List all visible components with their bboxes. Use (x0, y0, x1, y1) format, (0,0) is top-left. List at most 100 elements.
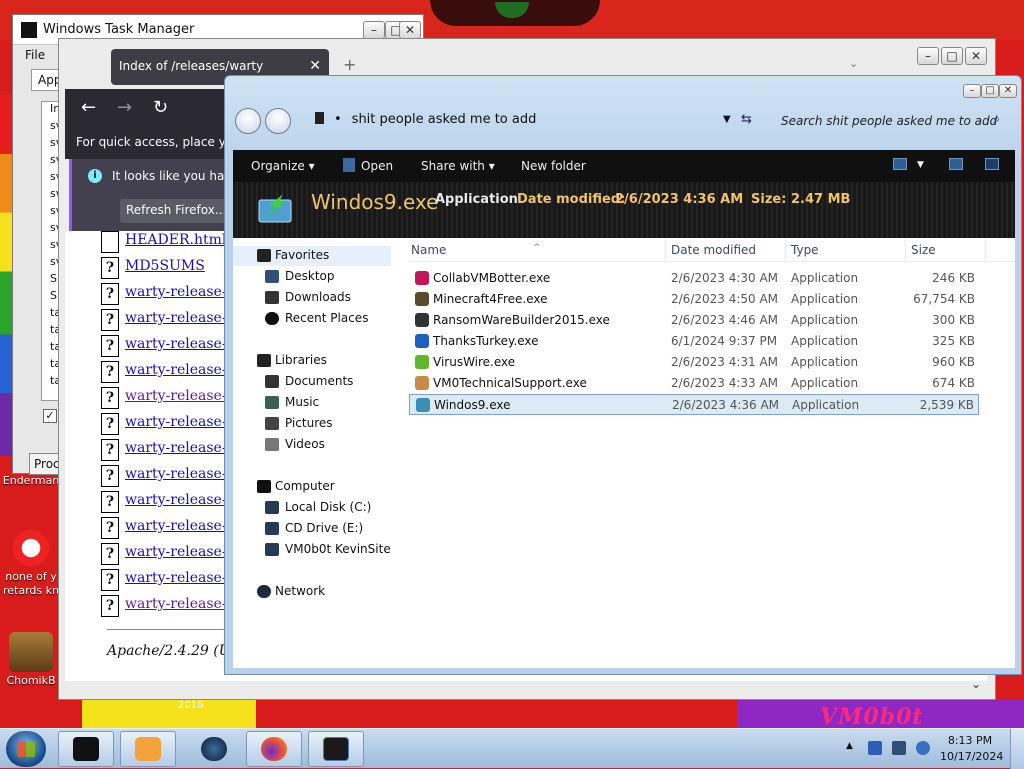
file-link[interactable]: warty-release-in (125, 440, 240, 456)
file-link[interactable]: warty-release-in (125, 362, 240, 378)
file-link[interactable]: warty-release-in (125, 570, 240, 586)
column-divider[interactable] (665, 240, 666, 260)
explorer-window: – □ ✕ • shit people asked me to add ▼ ⇆ S… (224, 75, 1022, 675)
scroll-down-icon[interactable]: ⌄ (967, 677, 985, 695)
refresh-firefox-button[interactable]: Refresh Firefox... (120, 199, 232, 223)
hamster-icon (9, 632, 53, 672)
application-icon (415, 292, 429, 306)
column-name[interactable]: Name (411, 243, 446, 257)
bluetooth-icon[interactable] (868, 741, 882, 755)
file-link[interactable]: warty-release-in (125, 284, 240, 300)
file-link[interactable]: warty-release-li (125, 596, 236, 612)
minimize-button[interactable]: – (917, 47, 939, 65)
file-row[interactable]: RansomWareBuilder2015.exe 2/6/2023 4:46 A… (409, 310, 979, 331)
file-link[interactable]: HEADER.html (125, 232, 226, 248)
desktop-icon-enderman[interactable]: Enderman (2, 474, 60, 488)
new-folder-button[interactable]: New folder (521, 159, 586, 173)
view-icon[interactable] (893, 158, 907, 170)
file-link[interactable]: warty-release-in (125, 414, 240, 430)
chevron-down-icon[interactable]: ⌄ (849, 57, 858, 70)
command-bar: Organize ▾ Open Share with ▾ New folder … (233, 150, 1015, 182)
open-button[interactable]: Open (361, 159, 393, 173)
task-manager-icon (323, 737, 349, 761)
network-drive-icon (265, 543, 279, 556)
unknown-file-icon: ? (101, 465, 119, 487)
taskbar-app-taskmgr[interactable] (308, 731, 364, 767)
clock[interactable]: 8:13 PM 10/17/2024 (940, 733, 1003, 765)
column-date[interactable]: Date modified (671, 243, 756, 257)
forward-button[interactable] (265, 108, 291, 134)
media-player-icon (135, 737, 161, 761)
taskbar-app-steam[interactable] (186, 731, 242, 767)
file-row[interactable]: Minecraft4Free.exe 2/6/2023 4:50 AM Applic… (409, 289, 979, 310)
file-link[interactable]: warty-release-in (125, 336, 240, 352)
file-row[interactable]: Windos9.exe 2/6/2023 4:36 AM Application 2,… (409, 394, 979, 415)
maximize-button[interactable]: □ (941, 47, 963, 65)
maximize-button[interactable]: □ (981, 84, 999, 98)
show-hidden-icons-icon[interactable]: ▲ (846, 741, 860, 755)
unknown-file-icon: ? (101, 309, 119, 331)
minimize-button[interactable]: – (363, 21, 385, 39)
checkbox[interactable]: ✓ (43, 409, 57, 423)
nav-label: Computer (275, 479, 335, 493)
nav-label: Libraries (275, 353, 327, 367)
address-bar[interactable]: • shit people asked me to add (315, 112, 536, 127)
search-icon[interactable]: ⌕ (993, 112, 1000, 127)
desktop-icon-shortcut[interactable]: none of y retards kn (2, 528, 60, 598)
close-tab-icon[interactable]: ✕ (309, 58, 321, 74)
close-button[interactable]: ✕ (399, 21, 421, 39)
search-input[interactable]: Search shit people asked me to add (781, 114, 997, 128)
show-desktop-button[interactable] (1010, 729, 1024, 769)
back-arrow-icon[interactable]: ← (81, 97, 96, 118)
file-link[interactable]: warty-release-in (125, 544, 240, 560)
view-dropdown-icon[interactable]: ▼ (917, 160, 924, 170)
file-row[interactable]: VM0TechnicalSupport.exe 2/6/2023 4:33 AM A… (409, 373, 979, 394)
file-link[interactable]: warty-release-in (125, 492, 240, 508)
minimize-button[interactable]: – (963, 84, 981, 98)
taskbar-app-firefox[interactable] (246, 731, 302, 767)
recent-places-icon (265, 312, 279, 325)
address-dropdown-icon[interactable]: ▼ (723, 114, 731, 125)
address-path: shit people asked me to add (351, 112, 537, 127)
taskbar-app-explorer[interactable] (58, 731, 114, 767)
column-divider[interactable] (785, 240, 786, 260)
help-icon[interactable] (985, 158, 999, 170)
file-link[interactable]: warty-release-in (125, 518, 240, 534)
file-link[interactable]: MD5SUMS (125, 258, 205, 274)
file-link[interactable]: warty-release-in (125, 388, 240, 404)
close-button[interactable]: ✕ (999, 84, 1017, 98)
menu-file[interactable]: File (25, 48, 45, 62)
nav-label: Music (285, 395, 320, 409)
documents-icon (265, 375, 279, 388)
file-link[interactable]: warty-release-in (125, 466, 240, 482)
close-button[interactable]: ✕ (965, 47, 987, 65)
share-with-button[interactable]: Share with ▾ (421, 159, 495, 173)
taskbar-app-media[interactable] (120, 731, 176, 767)
preview-pane-icon[interactable] (949, 158, 963, 170)
column-divider[interactable] (985, 240, 986, 260)
new-tab-button[interactable]: + (343, 55, 356, 74)
column-divider[interactable] (905, 240, 906, 260)
music-icon (265, 396, 279, 409)
start-button[interactable] (6, 731, 46, 767)
organize-button[interactable]: Organize ▾ (251, 159, 315, 173)
back-button[interactable] (235, 108, 261, 134)
refresh-icon[interactable]: ⇆ (741, 112, 752, 127)
volume-icon[interactable] (916, 741, 930, 755)
file-row[interactable]: CollabVMBotter.exe 2/6/2023 4:30 AM Applic… (409, 268, 979, 289)
nav-favorites[interactable]: Favorites (233, 246, 391, 266)
forward-arrow-icon[interactable]: → (117, 97, 132, 118)
network-status-icon[interactable] (892, 741, 906, 755)
file-row[interactable]: VirusWire.exe 2/6/2023 4:31 AM Application… (409, 352, 979, 373)
column-headers: ^ Name Date modified Type Size (409, 238, 1015, 262)
column-type[interactable]: Type (791, 243, 819, 257)
file-size: 674 KB (932, 376, 975, 390)
column-size[interactable]: Size (911, 243, 936, 257)
size-value: 2.47 MB (791, 192, 851, 207)
reload-icon[interactable]: ↻ (153, 97, 168, 118)
file-type: Application (791, 292, 859, 306)
file-link[interactable]: warty-release-in (125, 310, 240, 326)
desktop-icon-chomik[interactable]: ChomikB (2, 632, 60, 688)
file-row[interactable]: ThanksTurkey.exe 6/1/2024 9:37 PM Applicat… (409, 331, 979, 352)
file-name: Windos9.exe (434, 398, 511, 412)
